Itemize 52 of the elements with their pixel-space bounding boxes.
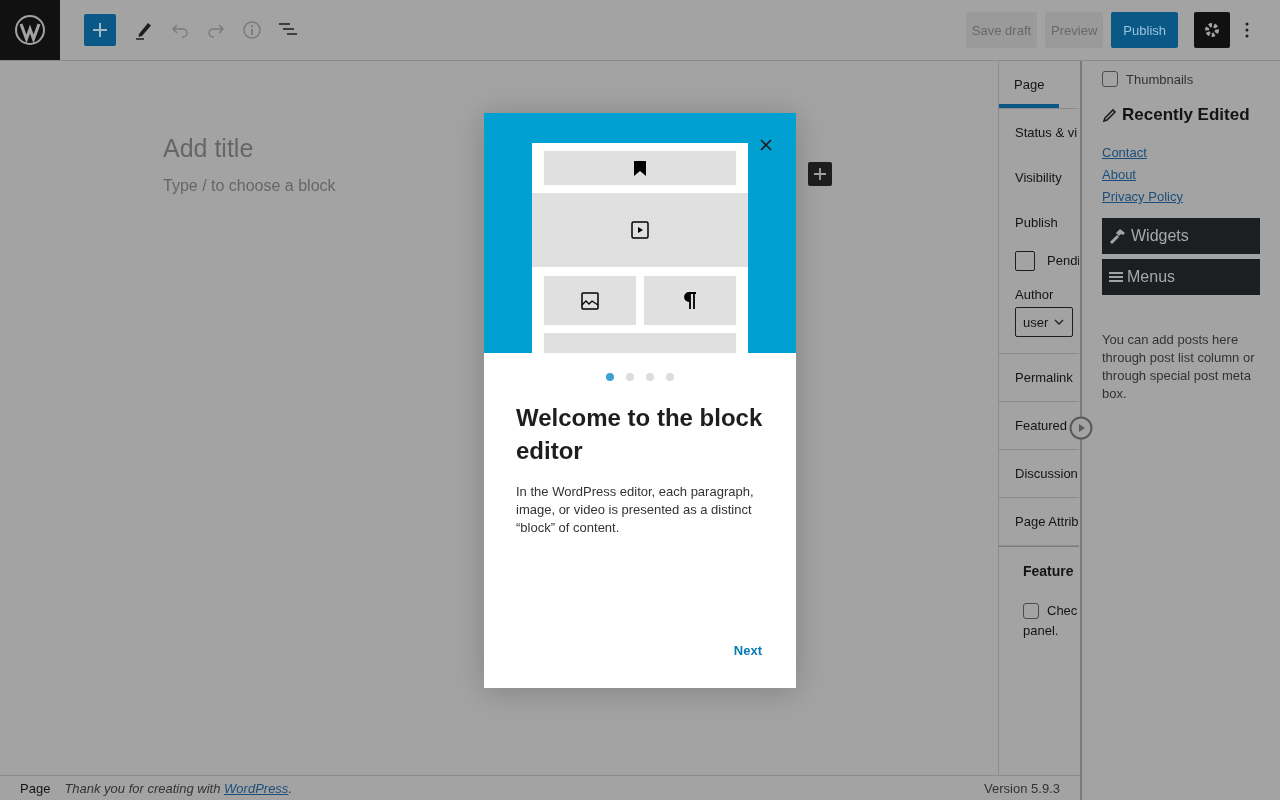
recent-page-link[interactable]: Privacy Policy (1102, 189, 1183, 204)
more-options-icon[interactable] (1244, 20, 1250, 40)
dialog-text: In the WordPress editor, each paragraph, image, or video is presented as a distinct “block” of content. (516, 483, 755, 537)
recent-page-link[interactable]: Contact (1102, 145, 1147, 160)
add-block-button[interactable] (807, 162, 832, 186)
plus-icon (812, 167, 827, 181)
play-circle-icon[interactable] (1069, 416, 1093, 440)
setting-label: Publish (1015, 214, 1059, 232)
page-indicator-dot[interactable] (666, 373, 674, 381)
panel-heading: Recently Edited (1122, 105, 1250, 125)
pencil-icon (1102, 107, 1118, 123)
close-icon (760, 139, 772, 151)
panel-section-header[interactable]: Discussion (1015, 466, 1078, 481)
checkbox-label-continued: panel. (1023, 622, 1060, 640)
sidebar-tab[interactable]: Page (999, 61, 1060, 108)
checkbox-label: Thumbnails (1126, 71, 1194, 87)
checkbox-label: Chec (1047, 602, 1078, 620)
hammer-icon (1109, 227, 1127, 245)
menu-icon (1109, 271, 1123, 283)
settings-button[interactable] (1194, 12, 1230, 48)
panel-section-header[interactable]: Permalink (1015, 370, 1073, 385)
thumbnails-checkbox[interactable] (1102, 71, 1118, 87)
toolbar-button[interactable]: Publish (1111, 12, 1178, 48)
settings-icon (1202, 20, 1222, 40)
recent-page-link[interactable]: About (1102, 167, 1136, 182)
dialog-heading: Welcome to the block editor (516, 403, 764, 466)
admin-menu-button[interactable]: Menus (1102, 259, 1260, 295)
panel-section-header[interactable]: Page Attrib (1015, 514, 1079, 529)
breadcrumb[interactable]: Page (20, 780, 51, 796)
version-text: Version 5.9.3 (984, 780, 1060, 796)
footer-thanks-text: Thank you for creating with WordPress. (64, 780, 292, 796)
author-label: Author (1015, 287, 1055, 302)
pending-checkbox[interactable] (1015, 251, 1035, 271)
meta-checkbox[interactable] (1023, 603, 1039, 619)
page-indicator-dot[interactable] (646, 373, 654, 381)
wordpress-logo-icon (14, 14, 46, 46)
panel-section-header[interactable]: Featured (1015, 418, 1068, 433)
plus-icon (92, 22, 108, 38)
checkbox-label: Pendi (1047, 252, 1079, 270)
pencil-icon[interactable] (134, 20, 154, 40)
setting-label: Visibility (1015, 169, 1063, 187)
panel-title[interactable]: Status & vi (1015, 125, 1079, 155)
author-select[interactable]: user (1015, 307, 1073, 337)
meta-box-title: Feature (1023, 563, 1075, 579)
next-button[interactable]: Next (731, 637, 764, 664)
add-block-button[interactable] (84, 14, 116, 46)
help-text: You can add posts here through post list column or through special post meta box. (1102, 331, 1256, 403)
page-indicator-dot[interactable] (606, 373, 614, 381)
page-indicator-dot[interactable] (626, 373, 634, 381)
admin-menu-button[interactable]: Widgets (1102, 218, 1260, 254)
chevron-down-icon (1054, 319, 1065, 325)
wordpress-logo[interactable] (0, 0, 60, 60)
